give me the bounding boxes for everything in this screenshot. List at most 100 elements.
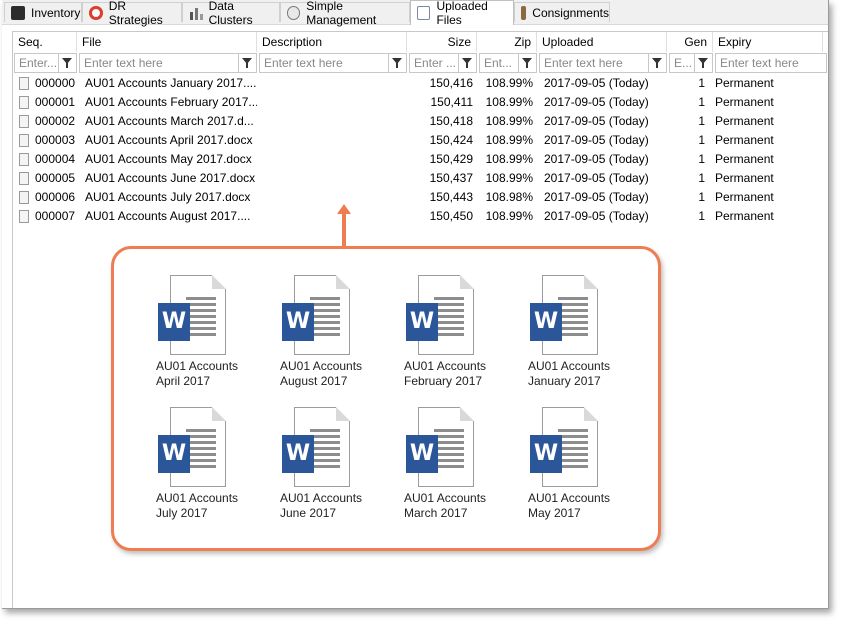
bar-chart-icon (189, 5, 203, 20)
file-name-label: AU01 Accounts March 2017 (404, 491, 508, 521)
file-name-line2: January 2017 (528, 374, 601, 388)
file-icon (19, 191, 29, 204)
file-name-label: AU01 Accounts August 2017 (280, 359, 384, 389)
file-name-label: AU01 Accounts May 2017 (528, 491, 632, 521)
filter-file[interactable]: Enter text here (79, 53, 257, 73)
word-badge: W (282, 435, 314, 473)
table-row[interactable]: 000000 AU01 Accounts January 2017.... 150,… (13, 74, 823, 93)
cell-file: AU01 Accounts January 2017.... (85, 76, 257, 90)
cell-seq: 000002 (35, 114, 76, 128)
filter-gen[interactable]: E... (669, 53, 713, 73)
file-name-line1: AU01 Accounts (528, 491, 611, 505)
funnel-icon (698, 58, 708, 68)
file-name-line1: AU01 Accounts (156, 491, 239, 505)
filter-button[interactable] (58, 54, 76, 72)
funnel-icon (522, 58, 532, 68)
tab-dr-strategies[interactable]: DR Strategies (82, 0, 182, 27)
text-lines (434, 429, 464, 471)
cell-expiry: Permanent (715, 95, 774, 109)
column-header-gen[interactable]: Gen (667, 32, 713, 52)
cell-zip: 108.99% (485, 114, 533, 128)
document-file-item[interactable]: W AU01 Accounts March 2017 (400, 407, 510, 527)
file-name-line2: August 2017 (280, 374, 348, 388)
cell-file: AU01 Accounts August 2017.... (85, 209, 251, 223)
cell-zip: 108.99% (485, 171, 533, 185)
tab-simple-management[interactable]: Simple Management (280, 0, 410, 27)
filter-uploaded[interactable]: Enter text here (539, 53, 667, 73)
header-label: Description (262, 35, 323, 49)
filter-button[interactable] (518, 54, 536, 72)
column-header-seq[interactable]: Seq. (13, 32, 77, 52)
cell-zip: 108.99% (485, 76, 533, 90)
column-header-uploaded[interactable]: Uploaded (537, 32, 667, 52)
word-badge: W (406, 303, 438, 341)
table-row[interactable]: 000005 AU01 Accounts June 2017.docx 150,43… (13, 169, 823, 188)
document-file-item[interactable]: W AU01 Accounts April 2017 (152, 275, 262, 395)
cell-seq: 000005 (35, 171, 76, 185)
document-file-item[interactable]: W AU01 Accounts May 2017 (524, 407, 634, 527)
column-header-file[interactable]: File (77, 32, 257, 52)
file-name-label: AU01 Accounts January 2017 (528, 359, 632, 389)
arrow-up-icon (337, 204, 351, 214)
column-header-expiry[interactable]: Expiry (713, 32, 823, 52)
filter-zip[interactable]: Ent... (479, 53, 537, 73)
filter-placeholder: Enter text here (84, 56, 163, 70)
document-file-item[interactable]: W AU01 Accounts February 2017 (400, 275, 510, 395)
file-name-line1: AU01 Accounts (404, 491, 487, 505)
cell-seq: 000006 (35, 190, 76, 204)
cell-size: 150,416 (429, 76, 473, 90)
filter-button[interactable] (648, 54, 666, 72)
filter-seq[interactable]: Enter... (14, 53, 77, 73)
filter-button[interactable] (458, 54, 476, 72)
cell-expiry: Permanent (715, 190, 774, 204)
document-file-item[interactable]: W AU01 Accounts January 2017 (524, 275, 634, 395)
tab-consignments[interactable]: Consignments (514, 2, 610, 22)
filter-expiry[interactable]: Enter text here (715, 53, 827, 73)
table-row[interactable]: 000004 AU01 Accounts May 2017.docx 150,429… (13, 150, 823, 169)
file-icon (19, 153, 29, 166)
filter-button[interactable] (238, 54, 256, 72)
tab-inventory[interactable]: Inventory (4, 2, 82, 22)
document-file-item[interactable]: W AU01 Accounts June 2017 (276, 407, 386, 527)
file-icon (19, 77, 29, 90)
table-row[interactable]: 000003 AU01 Accounts April 2017.docx 150,4… (13, 131, 823, 150)
filter-button[interactable] (694, 54, 712, 72)
file-name-label: AU01 Accounts April 2017 (156, 359, 260, 389)
filter-description[interactable]: Enter text here (259, 53, 407, 73)
funnel-icon (462, 58, 472, 68)
filter-placeholder: Ent... (484, 56, 513, 70)
cell-size: 150,443 (429, 190, 473, 204)
cell-file: AU01 Accounts April 2017.docx (85, 133, 253, 147)
column-header-description[interactable]: Description (257, 32, 407, 52)
word-badge: W (158, 303, 190, 341)
word-document-icon: W (406, 407, 478, 489)
column-header-size[interactable]: Size (407, 32, 477, 52)
file-name-line2: March 2017 (404, 506, 468, 520)
table-row[interactable]: 000002 AU01 Accounts March 2017.d... 150,4… (13, 112, 823, 131)
column-header-zip[interactable]: Zip (477, 32, 537, 52)
table-row[interactable]: 000001 AU01 Accounts February 2017.... 150… (13, 93, 823, 112)
callout-arrow-line (342, 212, 346, 246)
document-file-item[interactable]: W AU01 Accounts August 2017 (276, 275, 386, 395)
tab-uploaded-files[interactable]: Uploaded Files (410, 0, 514, 27)
filter-button[interactable] (388, 54, 406, 72)
word-badge: W (530, 303, 562, 341)
filter-placeholder: Enter text here (264, 56, 343, 70)
cell-size: 150,429 (429, 152, 473, 166)
header-label: Size (447, 35, 471, 49)
cell-expiry: Permanent (715, 171, 774, 185)
tab-label: Simple Management (306, 0, 377, 27)
cell-gen: 1 (698, 76, 705, 90)
cell-file: AU01 Accounts July 2017.docx (85, 190, 251, 204)
table-row[interactable]: 000006 AU01 Accounts July 2017.docx 150,44… (13, 188, 823, 207)
cell-uploaded: 2017-09-05 (Today) (544, 152, 649, 166)
filter-size[interactable]: Enter ... (409, 53, 477, 73)
table-row[interactable]: 000007 AU01 Accounts August 2017.... 150,4… (13, 207, 823, 226)
word-document-icon: W (282, 275, 354, 357)
file-name-label: AU01 Accounts July 2017 (156, 491, 260, 521)
cell-uploaded: 2017-09-05 (Today) (544, 209, 649, 223)
tab-data-clusters[interactable]: Data Clusters (182, 0, 280, 27)
document-file-item[interactable]: W AU01 Accounts July 2017 (152, 407, 262, 527)
file-icons-callout: W AU01 Accounts April 2017 W AU01 Accounts Au… (111, 246, 661, 551)
funnel-icon (62, 58, 72, 68)
